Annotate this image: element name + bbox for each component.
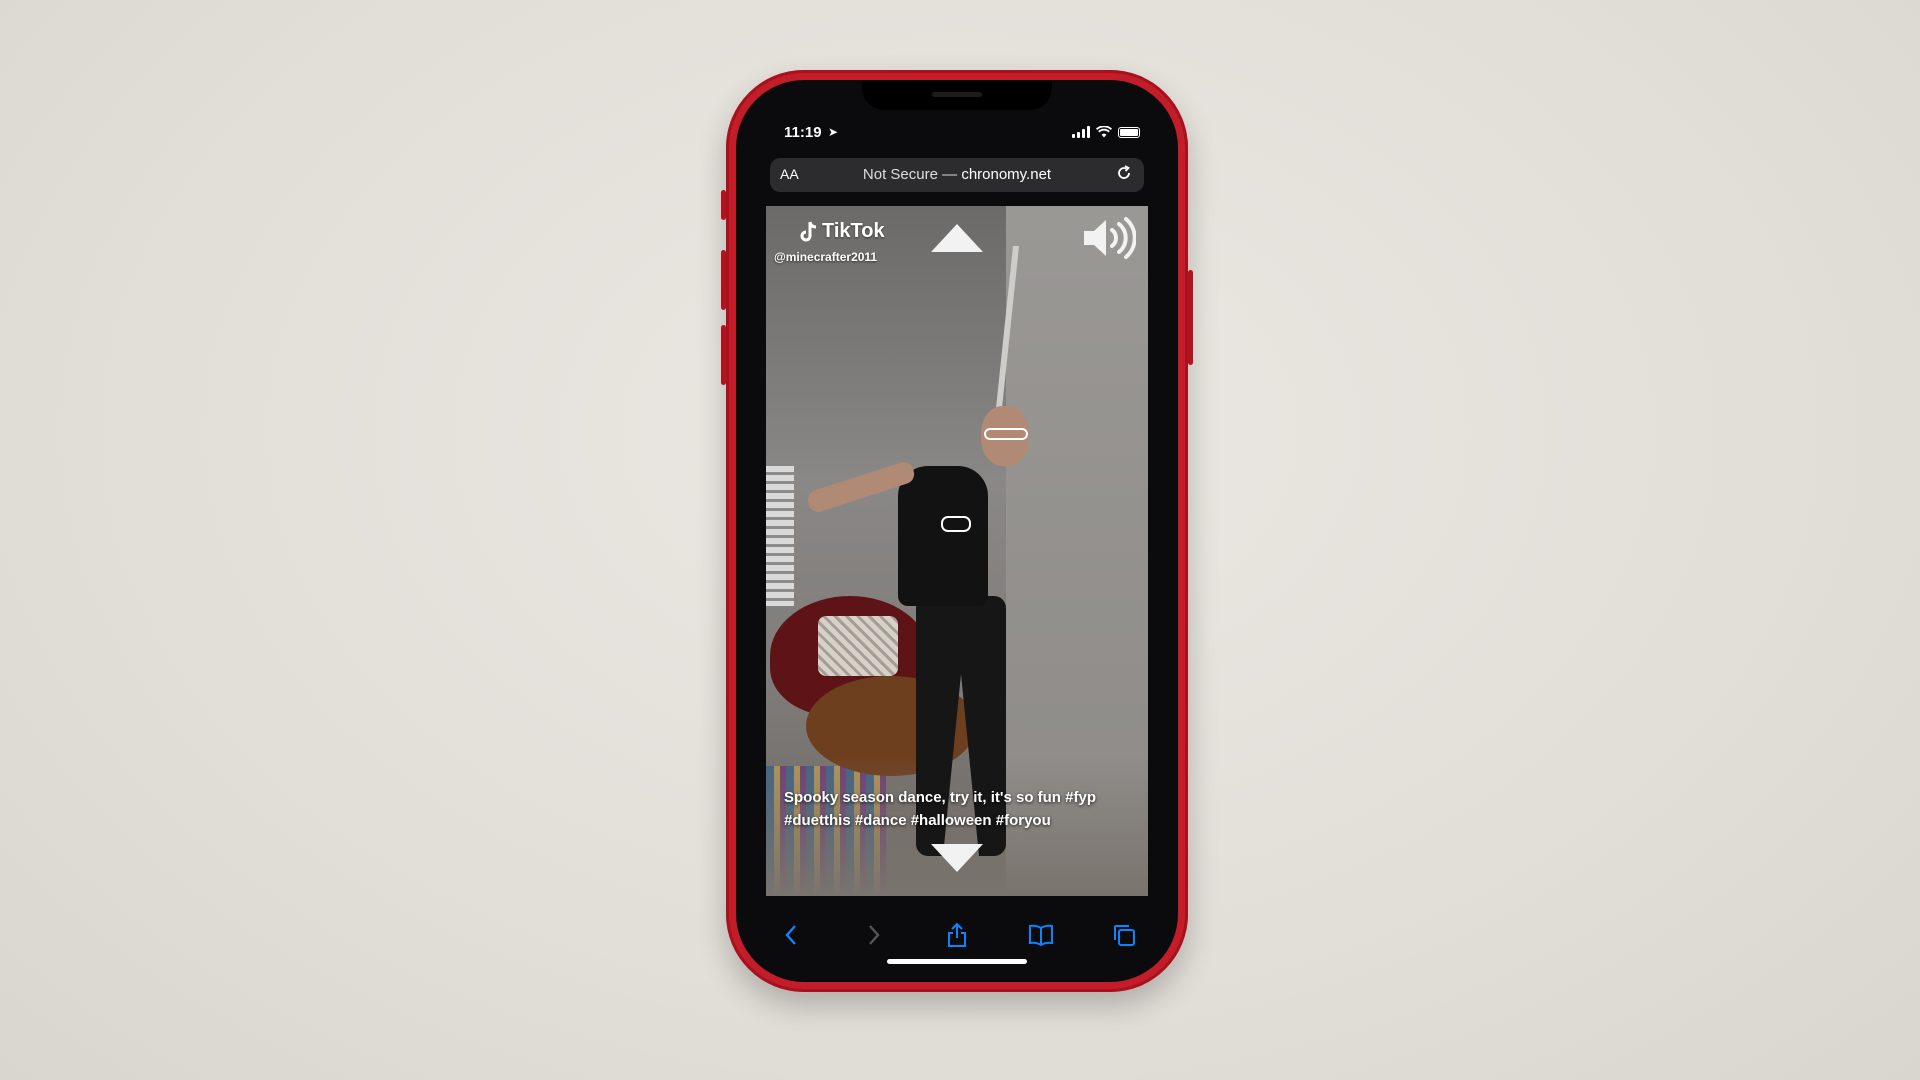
share-icon bbox=[948, 922, 966, 947]
video-caption: Spooky season dance, try it, it's so fun… bbox=[784, 789, 1096, 829]
tiktok-video[interactable]: TikTok @minecrafter2011 Spooky season da… bbox=[766, 206, 1148, 896]
home-indicator[interactable] bbox=[887, 959, 1027, 964]
previous-video-arrow-icon[interactable] bbox=[931, 224, 983, 252]
tabs-icon bbox=[1114, 925, 1135, 946]
next-video-arrow-icon[interactable] bbox=[931, 844, 983, 872]
bookmarks-button[interactable] bbox=[1026, 920, 1056, 950]
username-handle[interactable]: @minecrafter2011 bbox=[774, 250, 877, 264]
location-icon: ➤ bbox=[828, 125, 839, 139]
tiktok-note-icon bbox=[800, 221, 817, 241]
domain-label: chronomy.net bbox=[961, 166, 1052, 183]
forward-button[interactable] bbox=[859, 920, 889, 950]
status-bar: 11:19 ➤ bbox=[736, 124, 1178, 144]
window-blinds bbox=[766, 466, 794, 606]
tabs-button[interactable] bbox=[1109, 920, 1139, 950]
bookmarks-icon bbox=[1029, 924, 1053, 946]
tiktok-logo: TikTok bbox=[800, 220, 885, 243]
silent-switch bbox=[721, 190, 726, 220]
status-time: 11:19 bbox=[784, 124, 822, 141]
shirt-graphic bbox=[941, 516, 971, 532]
dancer-glasses bbox=[984, 428, 1028, 440]
battery-icon bbox=[1118, 126, 1140, 138]
earpiece-speaker bbox=[932, 92, 982, 97]
back-button[interactable] bbox=[776, 920, 806, 950]
iphone-frame: 11:19 ➤ AA Not Secure — chronomy.net Tik… bbox=[721, 70, 1193, 992]
address-bar[interactable]: AA Not Secure — chronomy.net bbox=[770, 158, 1144, 192]
forward-icon bbox=[869, 925, 880, 945]
phone-screen: 11:19 ➤ AA Not Secure — chronomy.net Tik… bbox=[736, 80, 1178, 982]
share-button[interactable] bbox=[942, 920, 972, 950]
reload-icon[interactable] bbox=[1114, 163, 1134, 183]
pillow bbox=[818, 616, 898, 676]
dancer-body bbox=[898, 466, 988, 606]
wifi-icon bbox=[1096, 126, 1112, 138]
notch bbox=[862, 80, 1052, 110]
tiktok-brand-text: TikTok bbox=[822, 220, 885, 242]
volume-icon[interactable] bbox=[1080, 216, 1136, 260]
volume-down-button bbox=[721, 325, 726, 385]
security-label: Not Secure — bbox=[862, 166, 958, 183]
url-display[interactable]: Not Secure — chronomy.net bbox=[770, 166, 1144, 183]
power-button bbox=[1188, 270, 1193, 365]
back-icon bbox=[785, 925, 796, 945]
cellular-signal-icon bbox=[1072, 126, 1090, 138]
volume-up-button bbox=[721, 250, 726, 310]
safari-toolbar bbox=[736, 916, 1178, 956]
